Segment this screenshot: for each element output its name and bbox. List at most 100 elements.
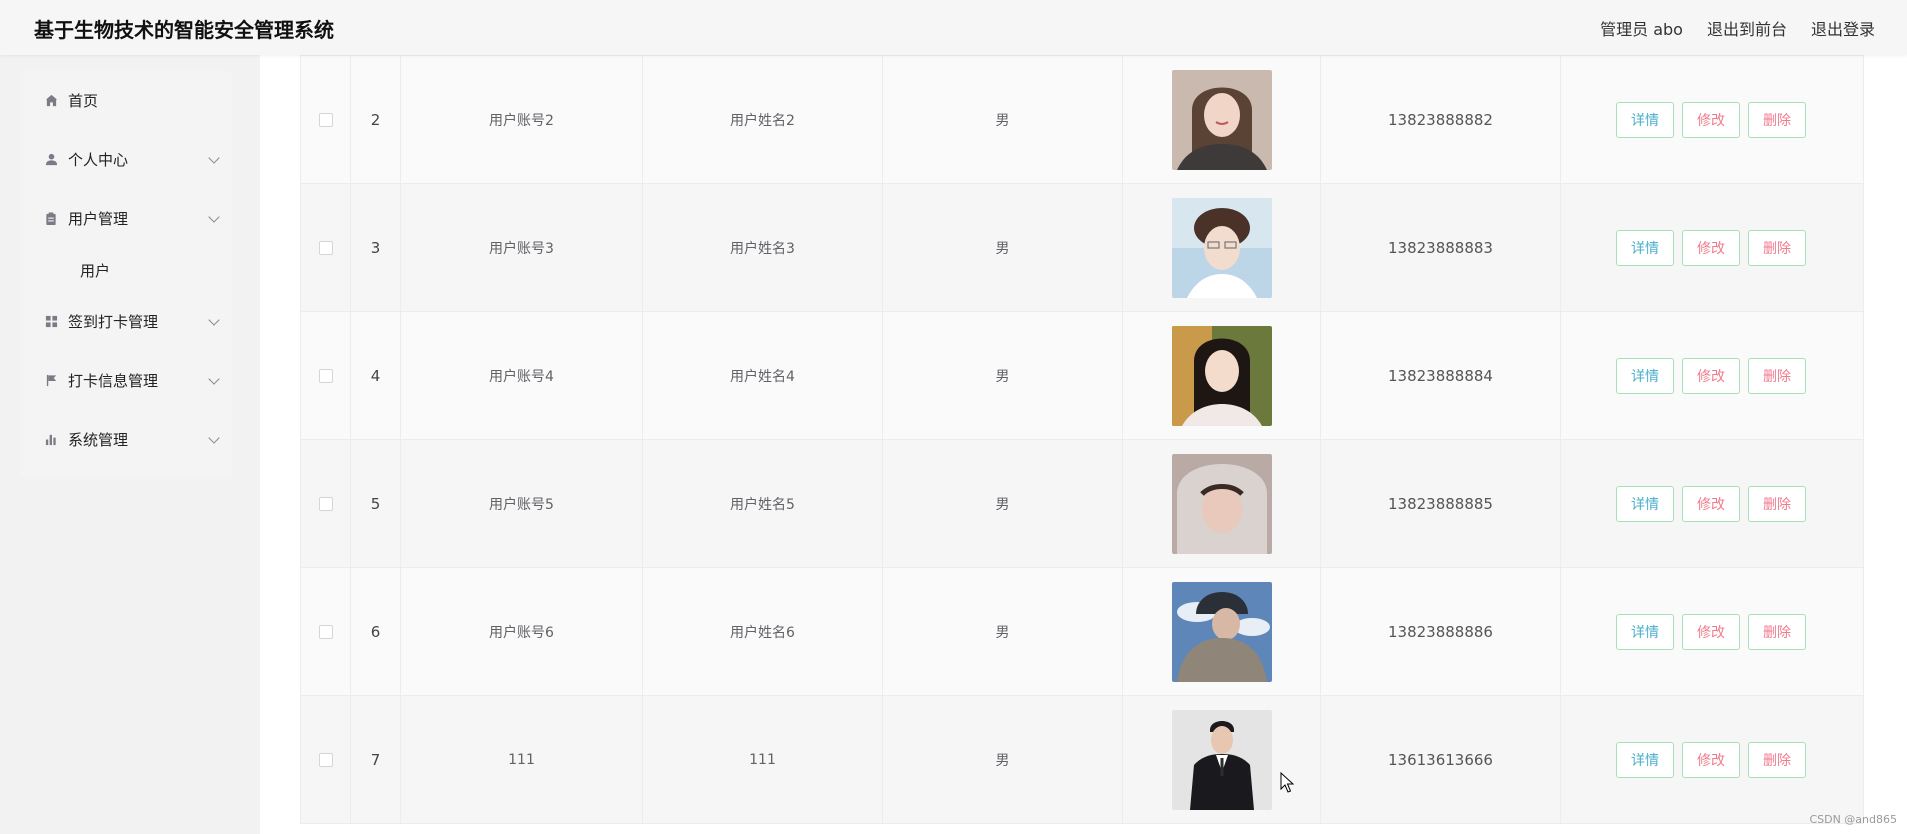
user-account: 用户账号5 — [401, 440, 643, 567]
logout-link[interactable]: 退出登录 — [1811, 16, 1875, 40]
app-title: 基于生物技术的智能安全管理系统 — [34, 18, 334, 42]
user-name: 用户姓名3 — [643, 184, 883, 311]
sidebar-menu: 首页 个人中心 用户管理 用户 签到打卡管理 打卡信息管理 系统管理 — [20, 71, 232, 477]
user-phone: 13823888883 — [1321, 184, 1561, 311]
user-sex: 男 — [883, 440, 1123, 567]
user-sex: 男 — [883, 184, 1123, 311]
sidebar-item-checkin-management[interactable]: 签到打卡管理 — [20, 292, 232, 351]
detail-button[interactable]: 详情 — [1616, 741, 1674, 778]
user-phone: 13823888886 — [1321, 568, 1561, 695]
user-phone: 13613613666 — [1321, 696, 1561, 823]
user-name: 用户姓名4 — [643, 312, 883, 439]
edit-button[interactable]: 修改 — [1682, 229, 1740, 266]
sidebar-item-label: 用户 — [80, 261, 111, 280]
sidebar-item-punch-info-management[interactable]: 打卡信息管理 — [20, 351, 232, 410]
row-checkbox[interactable] — [318, 496, 333, 511]
user-sex: 男 — [883, 312, 1123, 439]
row-checkbox[interactable] — [318, 368, 333, 383]
delete-button[interactable]: 删除 — [1748, 741, 1806, 778]
detail-button[interactable]: 详情 — [1616, 229, 1674, 266]
sidebar-item-system-management[interactable]: 系统管理 — [20, 410, 232, 469]
mouse-cursor-icon — [1280, 771, 1295, 798]
header-actions: 管理员 abo 退出到前台 退出登录 — [1600, 16, 1875, 40]
user-name: 用户姓名6 — [643, 568, 883, 695]
table-row: 7 111 111 男 13613613666 详情 修改 删除 — [301, 696, 1863, 824]
row-index: 7 — [351, 696, 401, 823]
detail-button[interactable]: 详情 — [1616, 357, 1674, 394]
user-phone: 13823888885 — [1321, 440, 1561, 567]
table-row: 6 用户账号6 用户姓名6 男 13823888886 详情 修改 删除 — [301, 568, 1863, 696]
avatar — [1171, 453, 1272, 554]
user-sex: 男 — [883, 696, 1123, 823]
bar-chart-icon — [44, 433, 58, 447]
user-name: 111 — [643, 696, 883, 823]
row-index: 4 — [351, 312, 401, 439]
row-index: 6 — [351, 568, 401, 695]
delete-button[interactable]: 删除 — [1748, 101, 1806, 138]
chevron-down-icon — [208, 314, 220, 326]
edit-button[interactable]: 修改 — [1682, 613, 1740, 650]
row-checkbox[interactable] — [318, 112, 333, 127]
sidebar-item-home[interactable]: 首页 — [20, 71, 232, 130]
detail-button[interactable]: 详情 — [1616, 101, 1674, 138]
edit-button[interactable]: 修改 — [1682, 741, 1740, 778]
home-icon — [44, 94, 58, 108]
sidebar-item-user-management[interactable]: 用户管理 — [20, 189, 232, 248]
exit-to-front-link[interactable]: 退出到前台 — [1707, 16, 1787, 40]
watermark: CSDN @and865 — [1809, 813, 1897, 826]
delete-button[interactable]: 删除 — [1748, 229, 1806, 266]
delete-button[interactable]: 删除 — [1748, 357, 1806, 394]
row-checkbox[interactable] — [318, 752, 333, 767]
avatar — [1171, 197, 1272, 298]
user-sex: 男 — [883, 56, 1123, 183]
user-name: 用户姓名5 — [643, 440, 883, 567]
sidebar-item-label: 打卡信息管理 — [68, 372, 159, 390]
user-account: 111 — [401, 696, 643, 823]
sidebar-item-label: 用户管理 — [68, 210, 129, 228]
user-sex: 男 — [883, 568, 1123, 695]
chevron-down-icon — [208, 211, 220, 223]
user-account: 用户账号4 — [401, 312, 643, 439]
user-account: 用户账号6 — [401, 568, 643, 695]
sidebar: 首页 个人中心 用户管理 用户 签到打卡管理 打卡信息管理 系统管理 — [0, 55, 260, 834]
table-row: 4 用户账号4 用户姓名4 男 13823888884 详情 修改 删除 — [301, 312, 1863, 440]
table-row: 5 用户账号5 用户姓名5 男 13823888885 详情 修改 删除 — [301, 440, 1863, 568]
edit-button[interactable]: 修改 — [1682, 101, 1740, 138]
sidebar-item-label: 首页 — [68, 92, 99, 110]
chevron-down-icon — [208, 432, 220, 444]
user-table: 2 用户账号2 用户姓名2 男 13823888882 详情 修改 删除 3 用… — [300, 55, 1864, 824]
avatar — [1171, 325, 1272, 426]
chevron-down-icon — [208, 152, 220, 164]
row-checkbox[interactable] — [318, 624, 333, 639]
table-row: 3 用户账号3 用户姓名3 男 13823888883 详情 修改 删除 — [301, 184, 1863, 312]
avatar — [1171, 709, 1272, 810]
user-account: 用户账号3 — [401, 184, 643, 311]
grid-icon — [44, 315, 58, 329]
sidebar-item-label: 系统管理 — [68, 431, 129, 449]
top-bar: 基于生物技术的智能安全管理系统 管理员 abo 退出到前台 退出登录 — [0, 0, 1907, 55]
user-icon — [44, 153, 58, 167]
avatar — [1171, 581, 1272, 682]
sidebar-subitem-user[interactable]: 用户 — [20, 248, 232, 292]
sidebar-item-label: 签到打卡管理 — [68, 313, 159, 331]
avatar — [1171, 69, 1272, 170]
clipboard-icon — [44, 212, 58, 226]
user-phone: 13823888882 — [1321, 56, 1561, 183]
edit-button[interactable]: 修改 — [1682, 357, 1740, 394]
admin-label[interactable]: 管理员 abo — [1600, 16, 1683, 40]
sidebar-item-label: 个人中心 — [68, 151, 129, 169]
user-account: 用户账号2 — [401, 56, 643, 183]
edit-button[interactable]: 修改 — [1682, 485, 1740, 522]
detail-button[interactable]: 详情 — [1616, 613, 1674, 650]
row-checkbox[interactable] — [318, 240, 333, 255]
flag-icon — [44, 374, 58, 388]
detail-button[interactable]: 详情 — [1616, 485, 1674, 522]
delete-button[interactable]: 删除 — [1748, 613, 1806, 650]
user-phone: 13823888884 — [1321, 312, 1561, 439]
delete-button[interactable]: 删除 — [1748, 485, 1806, 522]
row-index: 5 — [351, 440, 401, 567]
user-name: 用户姓名2 — [643, 56, 883, 183]
sidebar-item-profile[interactable]: 个人中心 — [20, 130, 232, 189]
table-row: 2 用户账号2 用户姓名2 男 13823888882 详情 修改 删除 — [301, 56, 1863, 184]
chevron-down-icon — [208, 373, 220, 385]
